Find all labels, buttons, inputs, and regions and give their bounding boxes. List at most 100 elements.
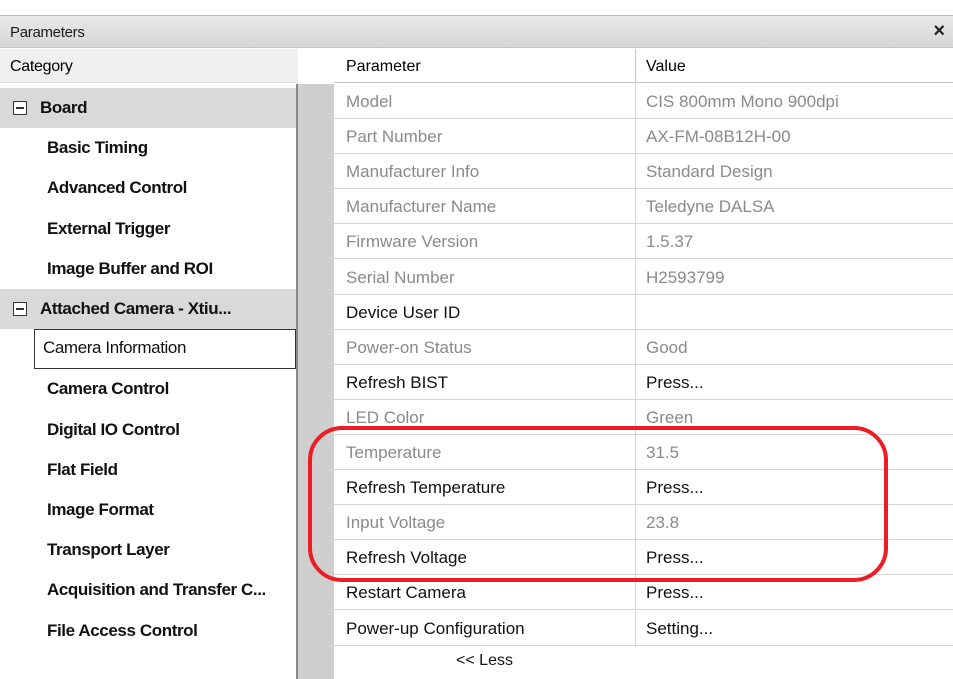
title-bar: Parameters × bbox=[0, 15, 953, 48]
category-item[interactable]: Camera Control bbox=[0, 369, 298, 409]
parameter-name: Refresh Temperature bbox=[346, 478, 506, 498]
category-label: Camera Control bbox=[47, 379, 169, 399]
parameter-name: Manufacturer Name bbox=[346, 197, 497, 217]
category-item[interactable]: File Access Control bbox=[0, 611, 298, 651]
category-item[interactable]: Digital IO Control bbox=[0, 410, 298, 450]
category-label: Basic Timing bbox=[47, 138, 148, 158]
category-label: File Access Control bbox=[47, 620, 198, 640]
parameter-row[interactable]: Device User ID bbox=[334, 294, 953, 330]
category-item[interactable]: Flat Field bbox=[0, 450, 298, 490]
cell-separator bbox=[635, 259, 636, 295]
parameter-name: Power-on Status bbox=[346, 337, 472, 357]
cell-separator bbox=[635, 364, 636, 400]
parameter-name: Device User ID bbox=[346, 302, 461, 322]
parameter-name: Refresh Voltage bbox=[346, 548, 467, 568]
parameter-value: Standard Design bbox=[646, 162, 773, 182]
less-link[interactable]: << Less bbox=[334, 652, 635, 670]
category-list: Board Basic Timing Advanced Control Externa… bbox=[0, 84, 298, 679]
category-item[interactable]: Camera Information bbox=[0, 329, 298, 370]
category-group[interactable]: Attached Camera - Xtiu... bbox=[0, 289, 298, 329]
cell-separator bbox=[635, 540, 636, 576]
parameter-value: AX-FM-08B12H-00 bbox=[646, 127, 791, 147]
parameter-value[interactable]: Press... bbox=[646, 548, 704, 568]
parameter-value: Teledyne DALSA bbox=[646, 197, 775, 217]
category-item[interactable]: Transport Layer bbox=[0, 530, 298, 570]
parameter-name: Restart Camera bbox=[346, 583, 466, 603]
collapse-minus-icon[interactable] bbox=[13, 101, 27, 115]
parameter-row[interactable]: Power-on Status Good bbox=[334, 329, 953, 365]
category-label: Advanced Control bbox=[47, 178, 188, 198]
category-label: Image Format bbox=[47, 500, 154, 519]
parameter-name: Part Number bbox=[346, 127, 443, 147]
parameter-row[interactable]: Restart Camera Press... bbox=[334, 575, 953, 611]
category-label: Camera Information bbox=[34, 329, 296, 370]
parameter-value: H2593799 bbox=[646, 267, 725, 287]
parameter-row[interactable]: Power-up Configuration Setting... bbox=[334, 610, 953, 646]
parameter-name: LED Color bbox=[346, 407, 425, 427]
parameter-value: Green bbox=[646, 407, 694, 427]
parameter-row[interactable]: Firmware Version 1.5.37 bbox=[334, 224, 953, 260]
parameter-value[interactable]: Press... bbox=[646, 373, 704, 393]
parameter-name: Firmware Version bbox=[346, 232, 479, 252]
category-group[interactable]: Board bbox=[0, 88, 298, 128]
category-item[interactable]: Basic Timing bbox=[0, 128, 298, 168]
parameter-name: Power-up Configuration bbox=[346, 618, 525, 638]
category-label: Acquisition and Transfer C... bbox=[47, 580, 266, 600]
category-item[interactable]: Image Format bbox=[0, 490, 298, 530]
parameter-value: 23.8 bbox=[646, 513, 680, 533]
cell-separator bbox=[635, 575, 636, 611]
parameter-name: Refresh BIST bbox=[346, 372, 449, 392]
parameter-row[interactable]: Refresh Voltage Press... bbox=[334, 540, 953, 576]
parameter-row[interactable]: LED Color Green bbox=[334, 399, 953, 435]
parameter-column-header[interactable]: Parameter bbox=[346, 58, 421, 76]
parameter-row[interactable]: Input Voltage 23.8 bbox=[334, 505, 953, 541]
category-item[interactable]: Acquisition and Transfer C... bbox=[0, 570, 298, 610]
parameter-row[interactable]: Manufacturer Name Teledyne DALSA bbox=[334, 189, 953, 225]
close-icon[interactable]: × bbox=[933, 20, 945, 43]
parameter-row[interactable]: Model CIS 800mm Mono 900dpi bbox=[334, 84, 953, 119]
parameter-row[interactable]: Refresh BIST Press... bbox=[334, 364, 953, 400]
category-header-label: Category bbox=[10, 58, 73, 75]
category-label: Digital IO Control bbox=[47, 419, 180, 439]
cell-separator bbox=[635, 154, 636, 190]
category-label: Attached Camera - Xtiu... bbox=[40, 299, 232, 318]
category-item[interactable]: External Trigger bbox=[0, 209, 298, 249]
cell-separator bbox=[635, 435, 636, 470]
category-label: External Trigger bbox=[47, 218, 171, 238]
parameter-name: Serial Number bbox=[346, 267, 455, 287]
parameter-value: Good bbox=[646, 337, 688, 357]
cell-separator bbox=[635, 399, 636, 435]
parameter-row[interactable]: Part Number AX-FM-08B12H-00 bbox=[334, 119, 953, 155]
parameter-name: Input Voltage bbox=[346, 513, 446, 533]
parameter-name: Model bbox=[346, 92, 393, 111]
category-label: Flat Field bbox=[47, 459, 118, 479]
row-gutter bbox=[298, 84, 334, 679]
parameter-row[interactable]: Serial Number H2593799 bbox=[334, 259, 953, 295]
window-title: Parameters bbox=[10, 24, 85, 41]
cell-separator bbox=[635, 610, 636, 646]
category-item[interactable]: Advanced Control bbox=[0, 168, 298, 208]
column-separator[interactable] bbox=[635, 49, 636, 83]
parameter-row[interactable]: Temperature 31.5 bbox=[334, 435, 953, 470]
category-header: Category bbox=[0, 49, 298, 83]
parameter-value[interactable]: Press... bbox=[646, 583, 704, 603]
category-item[interactable]: Image Buffer and ROI bbox=[0, 249, 298, 289]
parameter-row[interactable]: Refresh Temperature Press... bbox=[334, 470, 953, 506]
cell-separator bbox=[635, 470, 636, 506]
cell-separator bbox=[635, 189, 636, 225]
cell-separator bbox=[635, 505, 636, 541]
parameter-row[interactable]: Manufacturer Info Standard Design bbox=[334, 154, 953, 190]
parameter-value: CIS 800mm Mono 900dpi bbox=[646, 92, 839, 111]
parameter-grid-header: Parameter Value bbox=[334, 49, 953, 83]
cell-separator bbox=[635, 84, 636, 119]
cell-separator bbox=[635, 294, 636, 330]
parameter-name: Manufacturer Info bbox=[346, 162, 480, 182]
parameter-value[interactable]: Setting... bbox=[646, 619, 713, 639]
parameter-name: Temperature bbox=[346, 443, 442, 462]
value-column-header[interactable]: Value bbox=[646, 58, 686, 76]
parameter-value: 31.5 bbox=[646, 443, 680, 462]
parameter-value[interactable]: Press... bbox=[646, 478, 704, 498]
category-label: Board bbox=[40, 98, 88, 117]
collapse-minus-icon[interactable] bbox=[13, 302, 27, 316]
cell-separator bbox=[635, 119, 636, 155]
